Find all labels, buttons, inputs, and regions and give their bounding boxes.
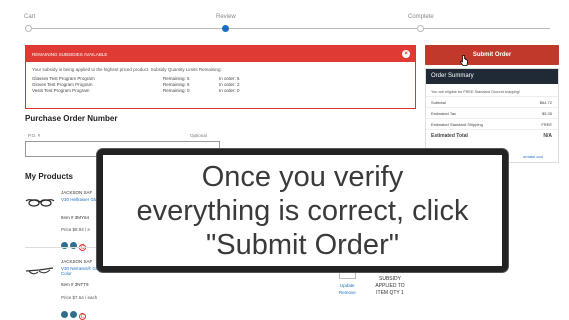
update-link[interactable]: Update bbox=[340, 283, 355, 288]
step-complete-dot bbox=[417, 25, 424, 32]
subsidy-panel: REMAINING SUBSIDIES AVAILABLE × Your sub… bbox=[25, 45, 416, 109]
summary-row: Subtotal $64.72 bbox=[426, 96, 558, 107]
subsidy-program: Vests Test Program Program bbox=[32, 88, 90, 93]
subsidy-header-text: REMAINING SUBSIDIES AVAILABLE bbox=[32, 52, 108, 57]
coupon-code-link[interactable]: orndse cod bbox=[523, 154, 543, 159]
summary-row-value: FREE bbox=[541, 122, 552, 127]
summary-row-value: $5.35 bbox=[541, 111, 552, 116]
submit-order-button[interactable]: Submit Order bbox=[425, 45, 559, 65]
order-review-page: Cart Review Complete REMAINING SUBSIDIES… bbox=[0, 0, 569, 320]
po-field-label: P.O. # bbox=[28, 133, 41, 138]
product-badges: C bbox=[61, 305, 88, 320]
free-shipping-note: You are eligible for FREE Standard Groun… bbox=[431, 90, 520, 94]
subsidy-remaining: Remaining: 5 bbox=[163, 76, 190, 81]
step-complete-label: Complete bbox=[408, 14, 434, 20]
tutorial-caption-text: Once you verify everything is correct, c… bbox=[136, 160, 469, 261]
stepper-track bbox=[28, 28, 550, 29]
estimated-total-value: N/A bbox=[543, 133, 552, 139]
checkout-stepper: Cart Review Complete bbox=[0, 0, 569, 40]
subsidy-program: Glasses Test Program Program bbox=[32, 76, 95, 81]
product-price: Price $7.64 / each bbox=[61, 295, 98, 300]
remove-link[interactable]: Remove bbox=[339, 290, 356, 295]
subsidy-remaining: Remaining: 6 bbox=[163, 82, 190, 87]
product-vendor: JACKSON SAF bbox=[61, 190, 93, 195]
subsidy-in-order: In order: 5 bbox=[219, 76, 240, 81]
summary-row-value: $64.72 bbox=[539, 100, 552, 105]
subsidy-applied-status: SUBSIDY APPLIED TO ITEM QTY 1 bbox=[375, 276, 405, 296]
program-badge-icon: C bbox=[79, 313, 86, 320]
safety-glasses-icon bbox=[25, 267, 54, 275]
my-products-title: My Products bbox=[25, 172, 74, 181]
subsidy-row: Vests Test Program Program Remaining: 0 … bbox=[26, 88, 415, 94]
close-icon[interactable]: × bbox=[402, 50, 410, 58]
step-cart-dot[interactable] bbox=[25, 25, 32, 32]
subsidy-remaining: Remaining: 0 bbox=[163, 88, 190, 93]
step-review-label: Review bbox=[216, 14, 236, 20]
subsidy-header: REMAINING SUBSIDIES AVAILABLE × bbox=[26, 46, 415, 62]
po-section-title: Purchase Order Number bbox=[25, 114, 118, 123]
summary-total-row: Estimated Total N/A bbox=[426, 129, 558, 142]
subsidy-in-order: In order: 0 bbox=[219, 88, 240, 93]
subsidy-note: Your subsidy is being applied to the hig… bbox=[32, 67, 222, 72]
safety-glasses-icon bbox=[25, 199, 55, 207]
step-review-dot bbox=[222, 25, 229, 32]
summary-row: Estimated Standard Shipping FREE bbox=[426, 118, 558, 129]
product-price: Price $8.94 / e bbox=[61, 227, 91, 232]
order-summary-title: Order Summary bbox=[426, 69, 558, 84]
summary-row-label: Estimated Standard Shipping bbox=[431, 122, 483, 127]
mouse-pointer-icon bbox=[460, 55, 468, 66]
estimated-total-label: Estimated Total bbox=[431, 133, 468, 139]
product-vendor: JACKSON SAF bbox=[61, 259, 93, 264]
summary-row-label: Subtotal bbox=[431, 100, 446, 105]
subsidy-program: Gloves Test Program Program bbox=[32, 82, 93, 87]
tutorial-caption-box: Once you verify everything is correct, c… bbox=[97, 149, 508, 272]
po-optional-hint: Optional bbox=[190, 133, 207, 138]
summary-row: Estimated Tax $5.35 bbox=[426, 107, 558, 118]
product-item-number: Item # 3NTT9 bbox=[61, 282, 89, 287]
product-badges: C bbox=[61, 236, 88, 254]
subsidy-in-order: In order: 2 bbox=[219, 82, 240, 87]
product-item-number: Item # 3MY64 bbox=[61, 215, 90, 220]
program-badge-icon bbox=[70, 311, 77, 318]
summary-row-label: Estimated Tax bbox=[431, 111, 457, 116]
step-cart-label[interactable]: Cart bbox=[24, 14, 35, 20]
program-badge-icon bbox=[61, 311, 68, 318]
